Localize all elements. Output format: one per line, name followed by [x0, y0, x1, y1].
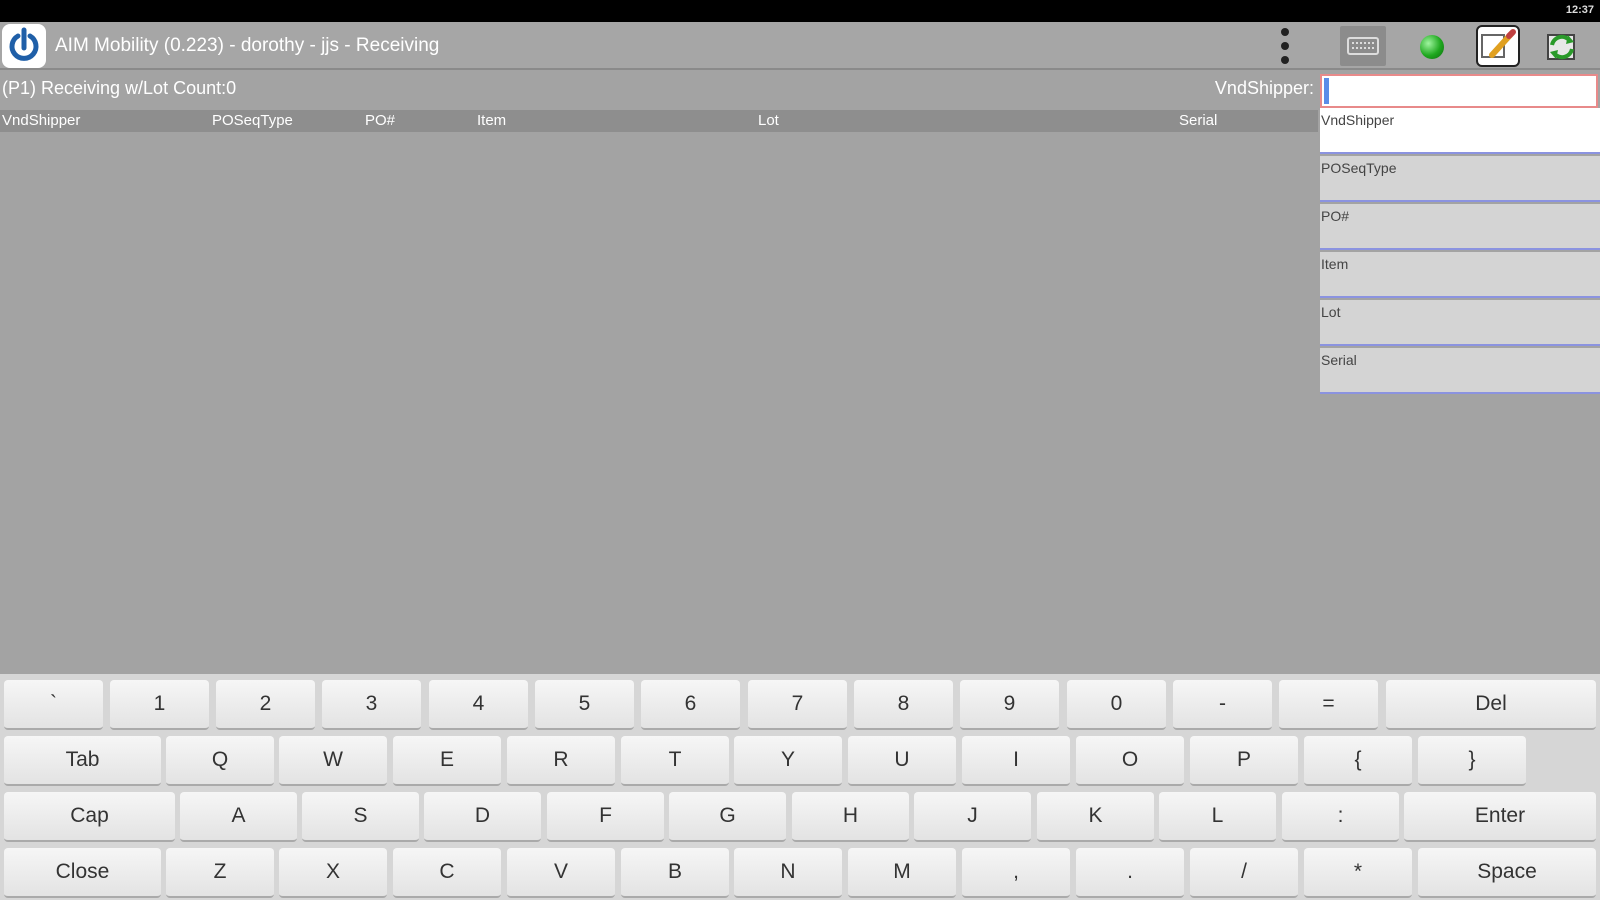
key-m[interactable]: M	[848, 848, 956, 898]
key-1[interactable]: 1	[110, 680, 209, 730]
key-s[interactable]: S	[302, 792, 419, 842]
keyboard-icon[interactable]	[1340, 26, 1386, 66]
key-o[interactable]: O	[1076, 736, 1184, 786]
field-item-serial[interactable]: Serial	[1320, 348, 1600, 394]
app-title-bar: AIM Mobility (0.223) - dorothy - jjs - R…	[0, 22, 1600, 70]
key-k[interactable]: K	[1037, 792, 1154, 842]
key-slash[interactable]: /	[1190, 848, 1298, 898]
key-l[interactable]: L	[1159, 792, 1276, 842]
key-close[interactable]: Close	[4, 848, 161, 898]
field-item-vndshipper[interactable]: VndShipper	[1320, 108, 1600, 154]
text-caret	[1324, 78, 1329, 104]
key-q[interactable]: Q	[166, 736, 274, 786]
grid-header: VndShipper POSeqType PO# Item Lot Serial	[0, 110, 1318, 132]
key-t[interactable]: T	[621, 736, 729, 786]
key-9[interactable]: 9	[960, 680, 1059, 730]
key-5[interactable]: 5	[535, 680, 634, 730]
key-g[interactable]: G	[669, 792, 786, 842]
key-r[interactable]: R	[507, 736, 615, 786]
app-logo-icon[interactable]	[2, 24, 46, 68]
column-header-item[interactable]: Item	[477, 112, 506, 129]
key-j[interactable]: J	[914, 792, 1031, 842]
key-p[interactable]: P	[1190, 736, 1298, 786]
on-screen-keyboard: ` 1 2 3 4 5 6 7 8 9 0 - = Del Tab Q W E …	[0, 674, 1600, 900]
key-colon[interactable]: :	[1282, 792, 1399, 842]
key-a[interactable]: A	[180, 792, 297, 842]
overflow-menu-icon[interactable]	[1278, 28, 1292, 64]
key-x[interactable]: X	[279, 848, 387, 898]
key-6[interactable]: 6	[641, 680, 740, 730]
clock: 12:37	[1565, 4, 1594, 16]
key-left-brace[interactable]: {	[1304, 736, 1412, 786]
key-c[interactable]: C	[393, 848, 501, 898]
field-item-po[interactable]: PO#	[1320, 204, 1600, 250]
key-n[interactable]: N	[734, 848, 842, 898]
key-e[interactable]: E	[393, 736, 501, 786]
field-item-lot[interactable]: Lot	[1320, 300, 1600, 346]
key-0[interactable]: 0	[1067, 680, 1166, 730]
key-b[interactable]: B	[621, 848, 729, 898]
key-comma[interactable]: ,	[962, 848, 1070, 898]
column-header-poseqtype[interactable]: POSeqType	[212, 112, 293, 129]
key-4[interactable]: 4	[429, 680, 528, 730]
screen-label: (P1) Receiving w/Lot Count:0	[2, 78, 237, 98]
key-8[interactable]: 8	[854, 680, 953, 730]
key-7[interactable]: 7	[748, 680, 847, 730]
key-cap[interactable]: Cap	[4, 792, 175, 842]
system-status-bar: 12:37	[0, 0, 1600, 22]
key-del[interactable]: Del	[1386, 680, 1596, 730]
key-tab[interactable]: Tab	[4, 736, 161, 786]
key-h[interactable]: H	[792, 792, 909, 842]
sync-icon[interactable]	[1540, 25, 1584, 67]
key-2[interactable]: 2	[216, 680, 315, 730]
key-asterisk[interactable]: *	[1304, 848, 1412, 898]
field-item-poseqtype[interactable]: POSeqType	[1320, 156, 1600, 202]
connection-status-icon	[1420, 35, 1444, 59]
key-3[interactable]: 3	[322, 680, 421, 730]
column-header-lot[interactable]: Lot	[758, 112, 779, 129]
column-header-po[interactable]: PO#	[365, 112, 395, 129]
vndshipper-label: VndShipper:	[1214, 78, 1314, 98]
key-period[interactable]: .	[1076, 848, 1184, 898]
vndshipper-input[interactable]	[1320, 74, 1598, 108]
field-list-panel: VndShipper POSeqType PO# Item Lot Serial	[1320, 108, 1600, 400]
key-w[interactable]: W	[279, 736, 387, 786]
field-item-item[interactable]: Item	[1320, 252, 1600, 298]
key-space[interactable]: Space	[1418, 848, 1596, 898]
key-right-brace[interactable]: }	[1418, 736, 1526, 786]
column-header-serial[interactable]: Serial	[1179, 112, 1217, 129]
key-minus[interactable]: -	[1173, 680, 1272, 730]
key-enter[interactable]: Enter	[1404, 792, 1596, 842]
key-u[interactable]: U	[848, 736, 956, 786]
column-header-vndshipper[interactable]: VndShipper	[2, 112, 80, 129]
app-title: AIM Mobility (0.223) - dorothy - jjs - R…	[55, 35, 440, 56]
key-equals[interactable]: =	[1279, 680, 1378, 730]
info-bar: (P1) Receiving w/Lot Count:0 VndShipper:	[0, 72, 1600, 108]
key-backtick[interactable]: `	[4, 680, 103, 730]
key-f[interactable]: F	[547, 792, 664, 842]
key-y[interactable]: Y	[734, 736, 842, 786]
key-v[interactable]: V	[507, 848, 615, 898]
key-i[interactable]: I	[962, 736, 1070, 786]
key-d[interactable]: D	[424, 792, 541, 842]
edit-icon[interactable]	[1476, 25, 1520, 67]
key-z[interactable]: Z	[166, 848, 274, 898]
